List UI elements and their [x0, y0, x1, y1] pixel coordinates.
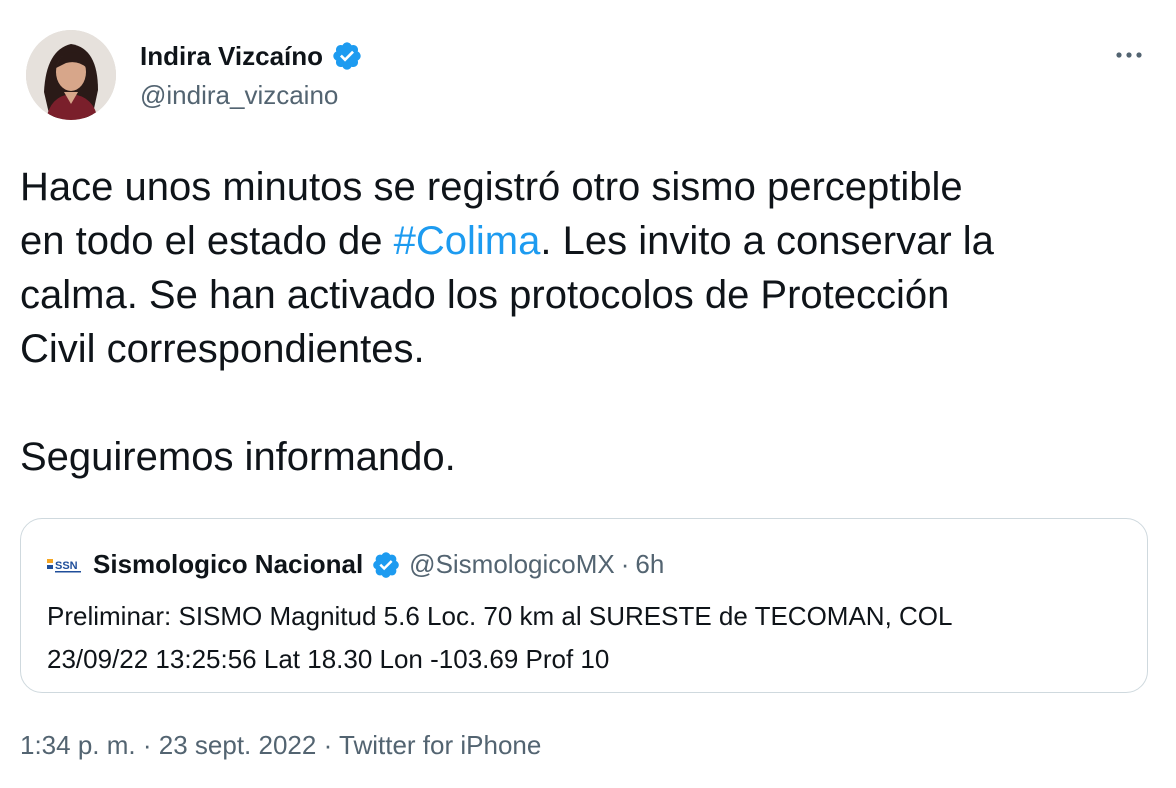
avatar[interactable]: [26, 30, 116, 120]
verified-badge-icon: [373, 551, 399, 578]
quoted-tweet-time[interactable]: 6h: [635, 549, 664, 580]
author-name-row[interactable]: Indira Vizcaíno: [140, 40, 363, 72]
hashtag-link[interactable]: #Colima: [394, 219, 541, 263]
quoted-author-name[interactable]: Sismologico Nacional: [93, 549, 363, 580]
separator-dot: ·: [323, 730, 333, 760]
quoted-tweet-header: SSN Sismologico Nacional @SismologicoMX …: [47, 549, 664, 580]
tweet-text: Hace unos minutos se registró otro sismo…: [20, 160, 1160, 484]
separator-dot: ·: [620, 549, 630, 579]
author-handle[interactable]: @indira_vizcaino: [140, 80, 338, 111]
tweet-footer: 1:34 p. m. · 23 sept. 2022 · Twitter for…: [20, 730, 541, 761]
tweet-date[interactable]: 23 sept. 2022: [159, 730, 317, 760]
quoted-tweet-text: Preliminar: SISMO Magnitud 5.6 Loc. 70 k…: [47, 601, 953, 674]
avatar-photo: [26, 30, 116, 120]
quoted-tweet-card[interactable]: SSN Sismologico Nacional @SismologicoMX …: [20, 518, 1148, 693]
separator-dot: ·: [142, 730, 152, 760]
quoted-author-handle[interactable]: @SismologicoMX: [409, 549, 615, 580]
tweet-time[interactable]: 1:34 p. m.: [20, 730, 136, 760]
verified-badge-icon: [333, 42, 361, 70]
ssn-logo-icon: SSN: [47, 556, 83, 573]
tweet-source[interactable]: Twitter for iPhone: [339, 730, 541, 760]
more-options-icon[interactable]: [1112, 40, 1146, 70]
author-name[interactable]: Indira Vizcaíno: [140, 41, 323, 72]
ssn-logo-text: SSN: [55, 560, 78, 572]
